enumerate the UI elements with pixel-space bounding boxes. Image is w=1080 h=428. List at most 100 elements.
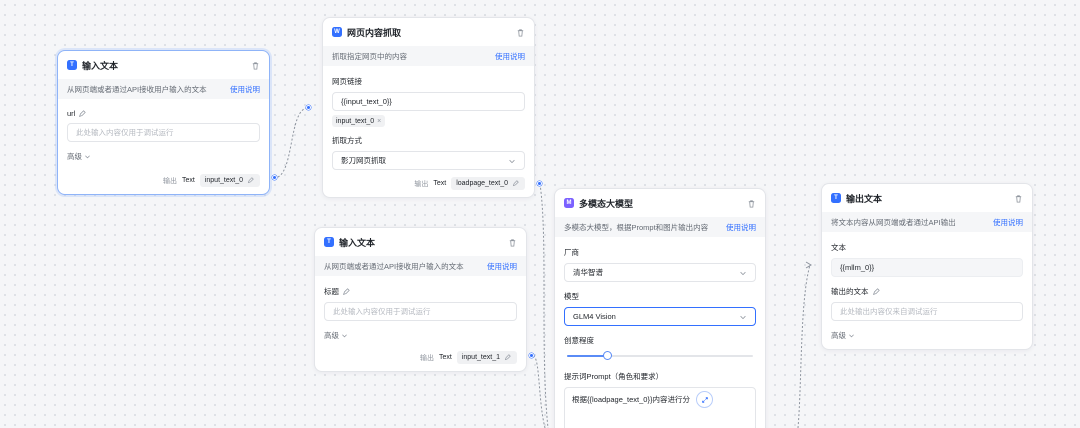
output-variable[interactable]: loadpage_text_0 bbox=[451, 177, 525, 190]
output-variable-name: loadpage_text_0 bbox=[456, 180, 508, 187]
output-variable-name: input_text_0 bbox=[204, 177, 243, 184]
help-link[interactable]: 使用说明 bbox=[230, 84, 260, 95]
prompt-text: 根据{{loadpage_text_0}}内容进行分 bbox=[572, 395, 690, 404]
link-input[interactable]: {{input_text_0}} bbox=[332, 92, 525, 111]
trash-icon[interactable] bbox=[250, 60, 260, 70]
debug-label-text: 输出的文本 bbox=[831, 287, 869, 296]
prompt-textarea[interactable]: 根据{{loadpage_text_0}}内容进行分 bbox=[564, 387, 756, 428]
pencil-icon[interactable] bbox=[78, 109, 87, 118]
help-link[interactable]: 使用说明 bbox=[487, 261, 517, 272]
output-variable-name: input_text_1 bbox=[461, 354, 500, 361]
multimodal-llm-node[interactable]: M 多模态大模型 多模态大模型，根据Prompt和图片输出内容 使用说明 厂商 … bbox=[554, 188, 766, 428]
edge-input1-to-scrape bbox=[273, 107, 309, 179]
chevron-down-icon bbox=[84, 153, 92, 161]
chevron-down-icon bbox=[341, 332, 349, 340]
output-handle[interactable] bbox=[537, 181, 542, 186]
expand-icon bbox=[701, 396, 708, 403]
output-variable[interactable]: input_text_1 bbox=[456, 351, 517, 364]
input-text-node-2[interactable]: T 输入文本 从网页端或者通过API接收用户输入的文本 使用说明 标题 此处输入… bbox=[314, 227, 527, 372]
vendor-select-value: 清华智谱 bbox=[573, 268, 603, 277]
advanced-label: 高级 bbox=[67, 152, 82, 161]
output-label: 输出 bbox=[420, 354, 434, 362]
input-handle[interactable] bbox=[306, 105, 311, 110]
node-title: 输入文本 bbox=[82, 60, 119, 71]
expand-button[interactable] bbox=[696, 391, 713, 408]
node-description: 抓取指定网页中的内容 bbox=[332, 51, 407, 61]
output-type: Text bbox=[439, 354, 452, 361]
node-header: T 输入文本 bbox=[315, 228, 526, 256]
trash-icon[interactable] bbox=[515, 27, 525, 37]
web-scrape-node[interactable]: W 网页内容抓取 抓取指定网页中的内容 使用说明 网页链接 {{input_te… bbox=[322, 17, 535, 198]
advanced-toggle[interactable]: 高级 bbox=[67, 151, 260, 162]
title-field-label: 标题 bbox=[324, 286, 517, 297]
edge-scrape-to-multimodal bbox=[539, 183, 549, 428]
output-row: 输出 Text loadpage_text_0 bbox=[414, 177, 525, 190]
chevron-down-icon bbox=[508, 157, 516, 165]
close-icon[interactable]: × bbox=[377, 118, 381, 125]
advanced-label: 高级 bbox=[324, 331, 339, 340]
help-link[interactable]: 使用说明 bbox=[495, 51, 525, 62]
url-label-text: url bbox=[67, 109, 76, 118]
node-title: 网页内容抓取 bbox=[347, 27, 402, 38]
edge-multimodal-to-output bbox=[797, 264, 811, 428]
output-type: Text bbox=[182, 177, 195, 184]
advanced-toggle[interactable]: 高级 bbox=[831, 330, 1023, 341]
multimodal-node-icon: M bbox=[564, 198, 574, 208]
node-header: T 输出文本 bbox=[822, 184, 1032, 212]
debug-field-label: 输出的文本 bbox=[831, 286, 1023, 297]
url-field-label: url bbox=[67, 109, 260, 118]
variable-tag[interactable]: input_text_0 × bbox=[332, 115, 386, 127]
output-variable[interactable]: input_text_0 bbox=[199, 174, 260, 187]
output-handle[interactable] bbox=[529, 353, 534, 358]
model-select[interactable]: GLM4 Vision bbox=[564, 307, 756, 326]
pencil-icon[interactable] bbox=[872, 287, 880, 296]
help-link[interactable]: 使用说明 bbox=[993, 217, 1023, 228]
prompt-field-label: 提示词Prompt（角色和要求） bbox=[564, 372, 664, 381]
slider-thumb[interactable] bbox=[603, 351, 613, 360]
url-input[interactable]: 此处输入内容仅用于调试运行 bbox=[67, 123, 260, 142]
slider-track[interactable] bbox=[567, 351, 753, 360]
node-description-bar: 从网页端或者通过API接收用户输入的文本 使用说明 bbox=[58, 79, 269, 99]
node-description: 多模态大模型，根据Prompt和图片输出内容 bbox=[564, 222, 709, 232]
output-text-node[interactable]: T 输出文本 将文本内容从网页端或者通过API输出 使用说明 文本 {{mllm… bbox=[821, 183, 1033, 350]
pencil-icon[interactable] bbox=[247, 176, 255, 185]
mode-select[interactable]: 影刀网页抓取 bbox=[332, 151, 525, 170]
variable-tag-text: input_text_0 bbox=[336, 117, 375, 125]
creativity-slider[interactable] bbox=[564, 348, 756, 362]
output-type: Text bbox=[433, 180, 447, 187]
text-node-icon: T bbox=[831, 193, 841, 203]
vendor-field-label: 厂商 bbox=[564, 248, 579, 257]
model-select-value: GLM4 Vision bbox=[573, 312, 616, 321]
model-field-label: 模型 bbox=[564, 292, 579, 301]
title-label-text: 标题 bbox=[324, 287, 339, 296]
output-handle[interactable] bbox=[272, 175, 277, 180]
trash-icon[interactable] bbox=[1013, 193, 1023, 203]
chevron-down-icon bbox=[739, 269, 747, 277]
node-title: 输入文本 bbox=[339, 237, 376, 248]
advanced-toggle[interactable]: 高级 bbox=[324, 330, 517, 341]
help-link[interactable]: 使用说明 bbox=[726, 222, 756, 233]
pencil-icon[interactable] bbox=[512, 179, 520, 188]
edge-input2-to-multimodal bbox=[532, 355, 546, 428]
mode-select-value: 影刀网页抓取 bbox=[341, 156, 386, 165]
vendor-select[interactable]: 清华智谱 bbox=[564, 263, 756, 282]
text-field-label: 文本 bbox=[831, 243, 846, 252]
web-node-icon: W bbox=[332, 27, 342, 37]
trash-icon[interactable] bbox=[507, 237, 517, 247]
node-header: T 输入文本 bbox=[58, 51, 269, 79]
creativity-field-label: 创意程度 bbox=[564, 336, 594, 345]
debug-output-input[interactable]: 此处输出内容仅来自调试运行 bbox=[831, 302, 1023, 321]
node-description-bar: 抓取指定网页中的内容 使用说明 bbox=[323, 46, 534, 66]
text-value-input[interactable]: {{mllm_0}} bbox=[831, 258, 1023, 277]
node-header: M 多模态大模型 bbox=[555, 189, 765, 217]
input-text-node-1[interactable]: T 输入文本 从网页端或者通过API接收用户输入的文本 使用说明 url 此处输… bbox=[57, 50, 270, 195]
pencil-icon[interactable] bbox=[342, 287, 350, 296]
node-description-bar: 从网页端或者通过API接收用户输入的文本 使用说明 bbox=[315, 256, 526, 276]
title-input[interactable]: 此处输入内容仅用于调试运行 bbox=[324, 302, 517, 321]
trash-icon[interactable] bbox=[746, 198, 756, 208]
output-row: 输出 Text input_text_0 bbox=[163, 174, 260, 187]
output-row: 输出 Text input_text_1 bbox=[420, 351, 517, 364]
output-label: 输出 bbox=[414, 180, 429, 188]
pencil-icon[interactable] bbox=[504, 353, 512, 362]
link-field-label: 网页链接 bbox=[332, 77, 362, 86]
